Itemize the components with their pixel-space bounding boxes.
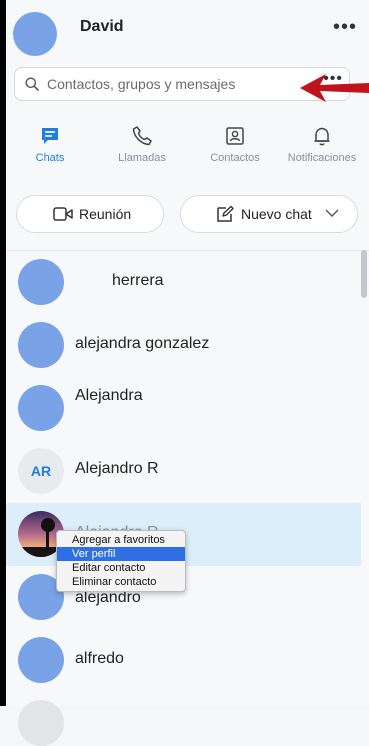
red-arrow-annotation [300, 74, 369, 102]
contact-row[interactable]: AR Alejandro R [6, 440, 361, 503]
tab-contacts[interactable]: Contactos [195, 125, 275, 164]
tab-chats[interactable]: Chats [10, 125, 90, 164]
contact-avatar [18, 259, 64, 305]
search-input[interactable] [47, 68, 337, 100]
menu-item-edit-contact[interactable]: Editar contacto [57, 561, 185, 575]
new-chat-label: Nuevo chat [241, 206, 312, 222]
user-avatar[interactable] [13, 12, 57, 56]
phone-icon [132, 126, 152, 146]
contact-avatar [18, 322, 64, 368]
menu-item-delete-contact[interactable]: Eliminar contacto [57, 575, 185, 589]
contact-name: Alejandro R [75, 460, 159, 477]
contact-row[interactable]: Alejandra [6, 377, 361, 440]
contact-initials-avatar: AR [18, 448, 64, 494]
contact-avatar [18, 385, 64, 431]
contact-row[interactable]: alejandra gonzalez [6, 314, 361, 377]
meeting-label: Reunión [79, 206, 132, 222]
bell-icon [314, 127, 330, 146]
tab-notifications[interactable]: Notificaciones [282, 125, 362, 164]
tab-label: Chats [35, 152, 65, 164]
context-menu: Agregar a favoritos Ver perfil Editar co… [56, 530, 186, 592]
tab-calls[interactable]: Llamadas [102, 125, 182, 164]
chat-icon [42, 128, 58, 144]
user-name: David [80, 18, 124, 35]
contact-name: alejandra gonzalez [75, 335, 210, 352]
contact-name: Alejandra [75, 387, 143, 404]
contact-avatar [18, 637, 64, 683]
menu-item-add-favorite[interactable]: Agregar a favoritos [57, 533, 185, 547]
search-icon [25, 77, 39, 91]
meeting-button[interactable]: Reunión [16, 195, 164, 233]
tab-label: Contactos [210, 152, 260, 164]
menu-item-view-profile[interactable]: Ver perfil [57, 547, 185, 561]
contact-name: alfredo [75, 650, 124, 667]
tab-label: Llamadas [118, 152, 166, 164]
tab-bar: Chats Llamadas Contactos Notificaciones [6, 125, 369, 170]
chevron-down-icon[interactable] [325, 208, 339, 218]
contact-name: herrera [112, 272, 164, 289]
contact-avatar [18, 700, 64, 746]
new-chat-button[interactable]: Nuevo chat [180, 195, 358, 233]
contact-row[interactable] [6, 692, 361, 746]
more-options-button[interactable]: ••• [333, 17, 357, 37]
video-icon [53, 207, 73, 221]
contacts-icon [226, 127, 244, 145]
tab-label: Notificaciones [287, 152, 357, 164]
compose-icon [217, 205, 234, 222]
scrollbar[interactable] [361, 250, 367, 298]
contact-row[interactable]: herrera [6, 251, 361, 314]
contact-row[interactable]: alfredo [6, 629, 361, 692]
